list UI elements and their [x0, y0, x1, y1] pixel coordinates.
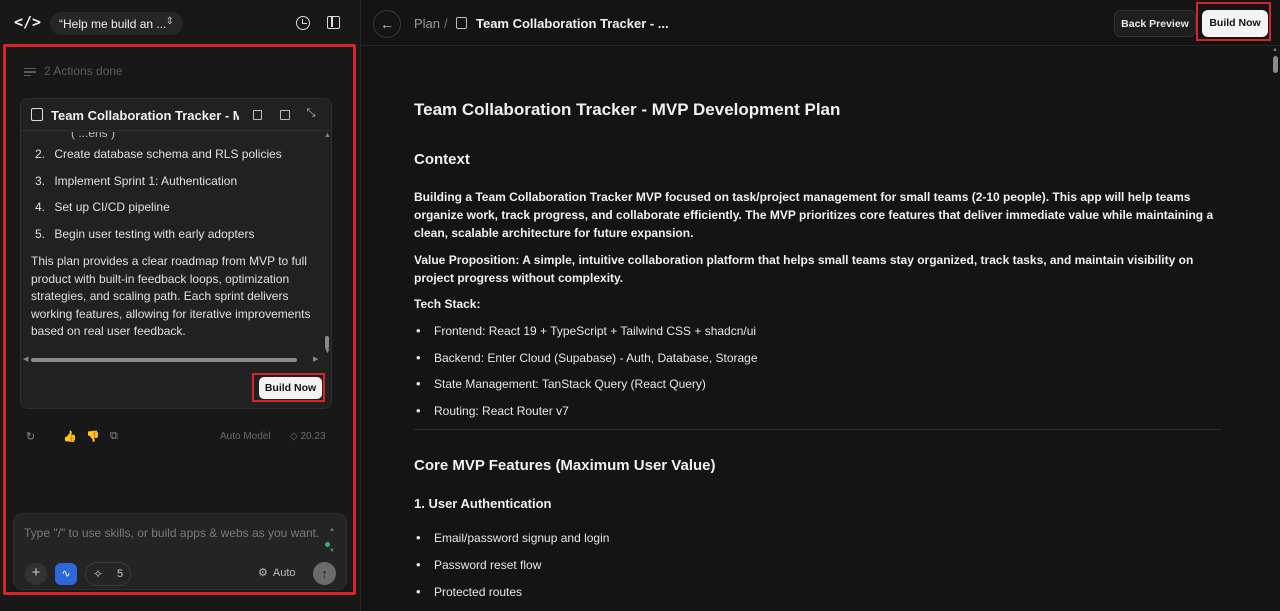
document-edit-icon	[456, 17, 467, 29]
thumbs-up-icon[interactable]: 👍	[63, 430, 77, 443]
scroll-right-arrow-icon[interactable]: ▶	[313, 355, 318, 363]
mode-label: Auto	[272, 567, 296, 579]
plan-summary: This plan provides a clear roadmap from …	[31, 254, 311, 338]
document-edit-icon	[31, 108, 43, 121]
model-icon: ⚙	[258, 567, 268, 579]
scroll-up-arrow-icon[interactable]: ▲	[1272, 47, 1278, 53]
tech-stack-label: Tech Stack:	[414, 297, 481, 311]
actions-done-label: 2 Actions done	[44, 64, 123, 78]
plan-card-header: Team Collaboration Tracker - MV... ⤡	[21, 99, 331, 131]
open-external-icon[interactable]	[278, 107, 292, 121]
section-heading: Core MVP Features (Maximum User Value)	[414, 457, 716, 474]
breadcrumb-separator: /	[444, 16, 448, 31]
list-item: 4. Set up CI/CD pipeline	[35, 200, 170, 214]
build-now-button[interactable]: Build Now	[1202, 10, 1268, 37]
voice-input-button[interactable]: ∿	[55, 563, 77, 585]
list-item: 3. Implement Sprint 1: Authentication	[35, 174, 238, 188]
list-item: 2. Create database schema and RLS polici…	[35, 147, 282, 161]
history-icon[interactable]	[296, 16, 310, 30]
subsection-heading: 1. User Authentication	[414, 496, 552, 511]
breadcrumb-current: Team Collaboration Tracker - ...	[476, 16, 669, 31]
credits-value: 20.23	[300, 431, 326, 442]
scroll-up-arrow-icon[interactable]: ▲	[324, 132, 331, 139]
model-mode-selector[interactable]: ⚙ Auto	[258, 566, 296, 579]
list-item: Protected routes	[414, 584, 522, 599]
breadcrumb-plan[interactable]: Plan	[414, 16, 440, 31]
scroll-down-arrow-icon[interactable]: ▼	[329, 548, 335, 554]
diamond-icon: ◇	[290, 431, 298, 442]
app-logo-icon[interactable]: </>	[14, 13, 41, 31]
arrow-up-icon: ↑	[321, 566, 328, 581]
add-attachment-button[interactable]: +	[25, 563, 47, 585]
plan-card-body[interactable]: ( ...ens ) 2. Create database schema and…	[21, 132, 325, 360]
chat-input[interactable]	[24, 526, 320, 540]
vertical-scrollbar[interactable]	[1273, 56, 1278, 73]
document-title: Team Collaboration Tracker - MVP Develop…	[414, 100, 841, 119]
scroll-left-arrow-icon[interactable]: ◀	[23, 355, 28, 363]
credits-used: ◇ 20.23	[290, 431, 326, 442]
retry-icon[interactable]: ↻	[26, 430, 35, 443]
composer: ▲ ▼ + ∿ ✧ 5 ⚙ Auto ↑	[13, 513, 347, 590]
copy-icon[interactable]	[251, 107, 265, 121]
model-label: Auto Model	[220, 431, 271, 442]
chat-topbar: </> “Help me build an ... ⇕	[0, 0, 361, 46]
scroll-up-arrow-icon[interactable]: ▲	[329, 527, 335, 533]
conversation-selector[interactable]: “Help me build an ... ⇕	[50, 12, 183, 35]
cutoff-text: ( ...ens )	[71, 132, 116, 140]
back-preview-button[interactable]: Back Preview	[1114, 10, 1196, 37]
thumbs-down-icon[interactable]: 👎	[86, 430, 100, 443]
list-item: Routing: React Router v7	[414, 403, 569, 418]
chevron-updown-icon: ⇕	[165, 16, 174, 27]
scroll-down-arrow-icon[interactable]: ▼	[324, 348, 331, 355]
sparkle-icon: ✧	[93, 567, 104, 581]
plan-card: Team Collaboration Tracker - MV... ⤡ ( .…	[20, 98, 332, 409]
divider	[414, 429, 1222, 430]
list-item: Email/password signup and login	[414, 530, 609, 545]
plan-topbar: ← Plan / Team Collaboration Tracker - ..…	[361, 0, 1280, 46]
context-paragraph: Building a Team Collaboration Tracker MV…	[414, 190, 1214, 240]
horizontal-scrollbar[interactable]	[31, 358, 297, 362]
plan-viewer: ← Plan / Team Collaboration Tracker - ..…	[361, 0, 1280, 611]
build-now-button[interactable]: Build Now	[259, 377, 322, 399]
back-button[interactable]: ←	[373, 10, 401, 38]
toggle-sidebar-icon[interactable]	[327, 16, 340, 29]
arrow-left-icon: ←	[380, 16, 394, 32]
chat-panel: </> “Help me build an ... ⇕ 2 Actions do…	[0, 0, 361, 611]
status-dot	[325, 542, 330, 547]
section-heading: Context	[414, 151, 470, 168]
list-item: State Management: TanStack Query (React …	[414, 376, 706, 391]
list-item: Frontend: React 19 + TypeScript + Tailwi…	[414, 323, 756, 338]
list-item: 5. Begin user testing with early adopter…	[35, 227, 255, 241]
plan-card-title: Team Collaboration Tracker - MV...	[51, 108, 239, 123]
collapse-icon[interactable]: ⤡	[304, 107, 318, 121]
value-proposition: Value Proposition: A simple, intuitive c…	[414, 253, 1194, 285]
list-item: Backend: Enter Cloud (Supabase) - Auth, …	[414, 350, 758, 365]
message-actions: ↻ 👍 👎 ⧉ Auto Model ◇ 20.23	[24, 430, 334, 446]
list-item: Password reset flow	[414, 557, 541, 572]
skills-button[interactable]: ✧ 5	[85, 562, 131, 586]
conversation-title: “Help me build an ...	[59, 17, 167, 31]
copy-icon[interactable]: ⧉	[110, 430, 118, 443]
send-button[interactable]: ↑	[313, 562, 336, 585]
waveform-icon: ∿	[61, 568, 71, 580]
list-icon	[24, 66, 36, 78]
skills-count: 5	[117, 568, 124, 580]
actions-done-toggle[interactable]: 2 Actions done	[24, 64, 123, 78]
